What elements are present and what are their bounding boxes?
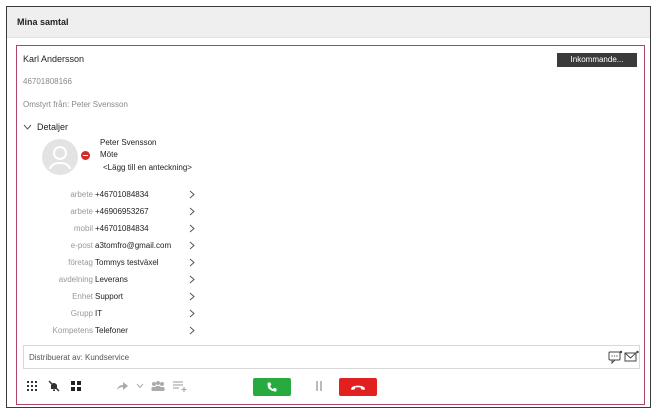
field-value[interactable]: Support: [95, 292, 123, 301]
chevron-right-icon[interactable]: [189, 207, 195, 216]
field-label: arbete: [70, 207, 93, 216]
contact-field-row[interactable]: Kompetens Telefoner: [17, 325, 217, 337]
grid-button[interactable]: [67, 377, 85, 395]
phone-hangup-icon: [351, 385, 365, 390]
field-value[interactable]: +46701084834: [95, 224, 149, 233]
distributed-by: Distribuerat av: Kundservice: [29, 353, 130, 362]
conference-icon: [151, 381, 165, 391]
busy-status-icon: [81, 151, 90, 160]
field-label: mobil: [73, 224, 93, 233]
field-label: arbete: [70, 190, 93, 199]
incoming-button[interactable]: Inkommande...: [557, 53, 637, 67]
contact-field-row[interactable]: e-post a3tomfro@gmail.com: [17, 240, 217, 252]
chevron-right-icon[interactable]: [189, 292, 195, 301]
field-label: Kompetens: [52, 326, 93, 335]
chat-icon[interactable]: [608, 350, 623, 364]
mute-icon: [48, 380, 60, 392]
conference-button[interactable]: [149, 377, 167, 395]
redirected-from: Omstyrt från: Peter Svensson: [23, 100, 128, 109]
contact-field-row[interactable]: Grupp IT: [17, 308, 217, 320]
field-label: Grupp: [70, 309, 93, 318]
window-title: Mina samtal: [17, 17, 69, 27]
distribution-bar: Distribuerat av: Kundservice: [23, 345, 640, 369]
field-value[interactable]: +46906953267: [95, 207, 149, 216]
chevron-right-icon[interactable]: [189, 190, 195, 199]
answer-button[interactable]: [253, 378, 291, 396]
app-window: Mina samtal Karl Andersson 46701808166 O…: [6, 6, 651, 408]
field-value[interactable]: Tommys testväxel: [95, 258, 159, 267]
details-toggle[interactable]: Detaljer: [23, 121, 68, 133]
grid-icon: [71, 381, 81, 391]
field-value[interactable]: Telefoner: [95, 326, 128, 335]
contact-status: Möte: [100, 150, 118, 159]
transfer-icon: [117, 382, 128, 390]
queue-icon: [173, 381, 187, 392]
transfer-button[interactable]: [113, 377, 131, 395]
title-bar: Mina samtal: [7, 7, 650, 38]
mute-button[interactable]: [45, 377, 63, 395]
chevron-right-icon[interactable]: [189, 241, 195, 250]
dropdown-icon: [136, 383, 144, 389]
hold-button[interactable]: [310, 377, 328, 395]
chevron-right-icon[interactable]: [189, 224, 195, 233]
contact-field-row[interactable]: mobil +46701084834: [17, 223, 217, 235]
hold-icon: [316, 381, 322, 391]
contact-field-row[interactable]: avdelning Leverans: [17, 274, 217, 286]
chevron-right-icon[interactable]: [189, 326, 195, 335]
dialpad-button[interactable]: [23, 377, 41, 395]
contact-field-row[interactable]: arbete +46906953267: [17, 206, 217, 218]
field-value[interactable]: Leverans: [95, 275, 128, 284]
call-panel[interactable]: Karl Andersson 46701808166 Omstyrt från:…: [16, 45, 645, 405]
field-value[interactable]: +46701084834: [95, 190, 149, 199]
field-label: företag: [68, 258, 93, 267]
call-toolbar: [23, 375, 640, 401]
add-note-link[interactable]: <Lägg till en anteckning>: [103, 163, 192, 172]
chevron-down-icon: [23, 124, 32, 130]
contact-name: Peter Svensson: [100, 138, 157, 147]
chevron-right-icon[interactable]: [189, 275, 195, 284]
avatar: [42, 139, 78, 175]
field-label: Enhet: [72, 292, 93, 301]
person-icon: [49, 146, 71, 170]
field-value[interactable]: IT: [95, 309, 102, 318]
transfer-dropdown[interactable]: [131, 377, 149, 395]
caller-name: Karl Andersson: [23, 54, 85, 64]
details-label: Detaljer: [37, 122, 69, 132]
chevron-right-icon[interactable]: [189, 258, 195, 267]
mail-icon[interactable]: [624, 350, 639, 364]
hangup-button[interactable]: [339, 378, 377, 396]
phone-answer-icon: [267, 382, 277, 392]
chevron-right-icon[interactable]: [189, 309, 195, 318]
field-label: e-post: [70, 241, 93, 250]
field-value[interactable]: a3tomfro@gmail.com: [95, 241, 171, 250]
contact-field-row[interactable]: Enhet Support: [17, 291, 217, 303]
dialpad-icon: [27, 381, 37, 391]
contact-field-row[interactable]: företag Tommys testväxel: [17, 257, 217, 269]
queue-button[interactable]: [171, 377, 189, 395]
contact-field-row[interactable]: arbete +46701084834: [17, 189, 217, 201]
caller-number: 46701808166: [23, 77, 72, 86]
field-label: avdelning: [58, 275, 93, 284]
